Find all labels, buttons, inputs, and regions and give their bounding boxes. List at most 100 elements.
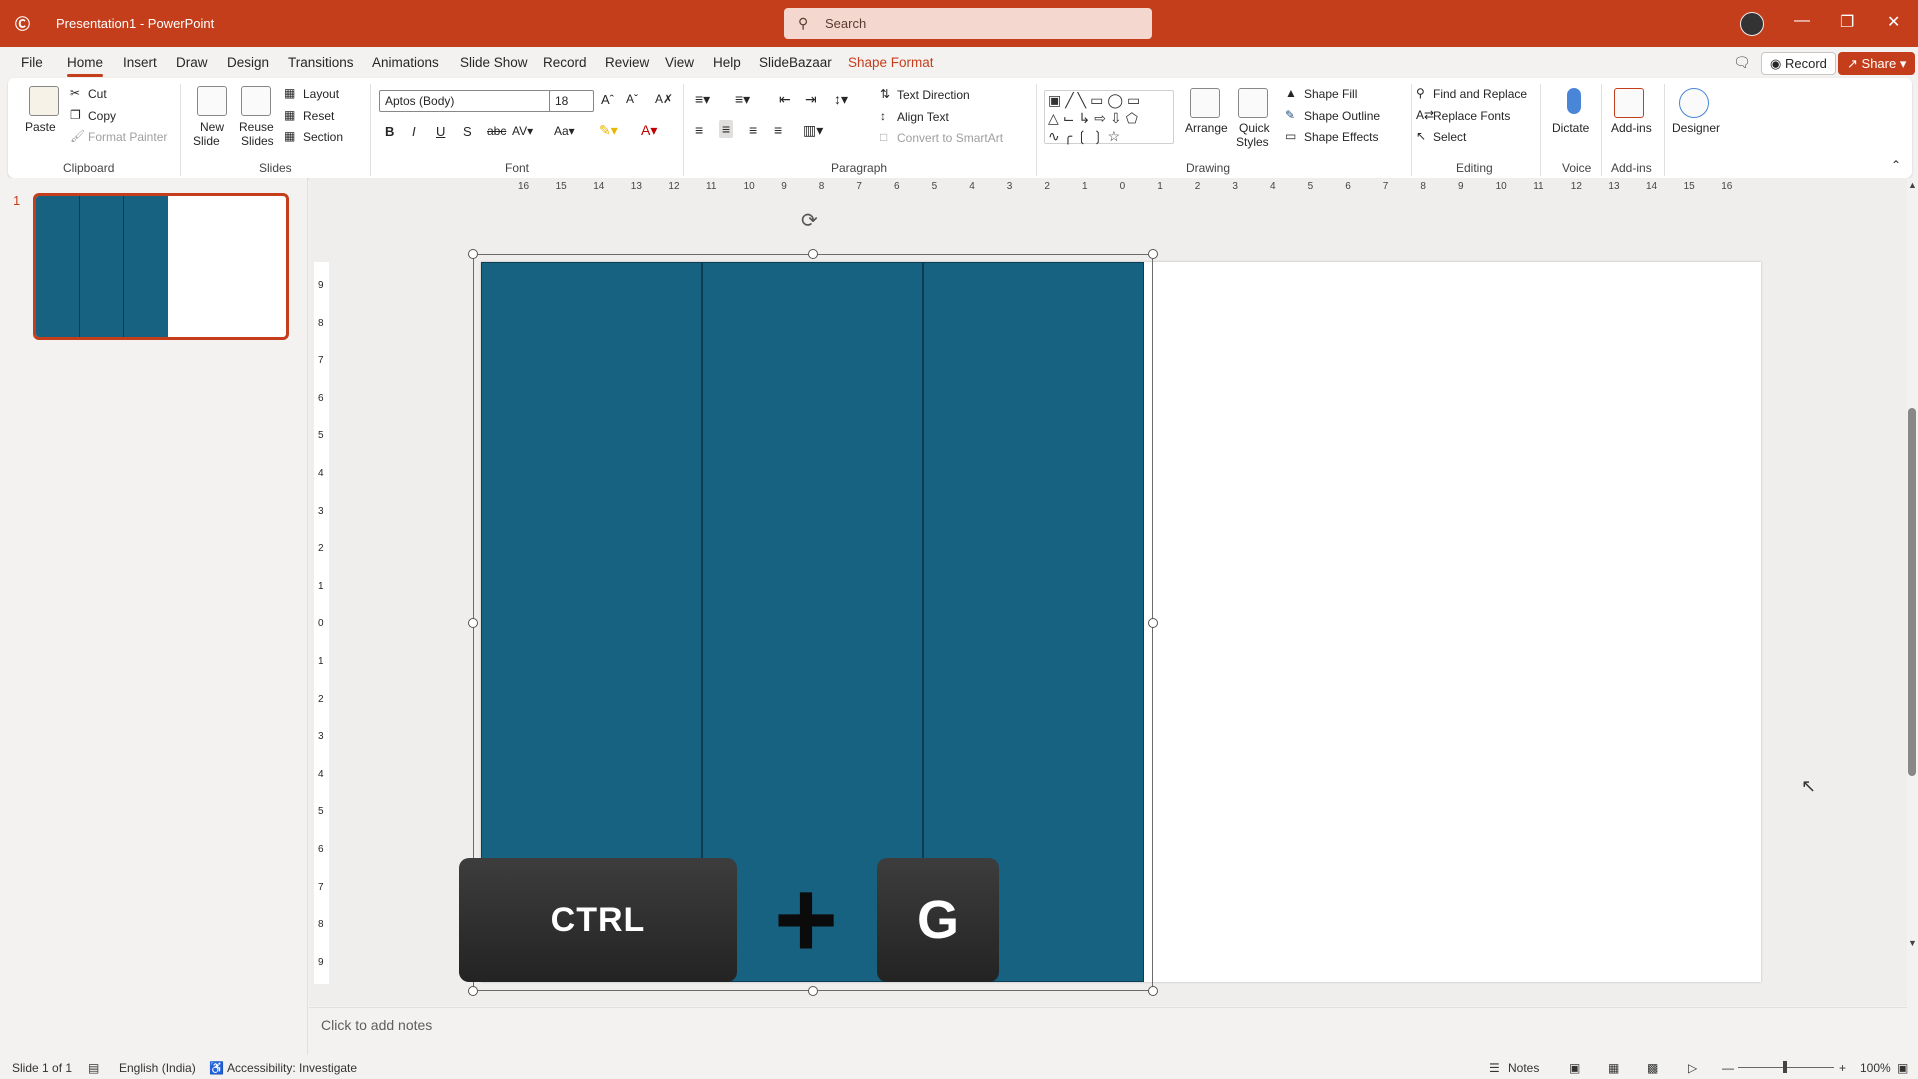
tab-slide-show[interactable]: Slide Show [460,55,528,70]
clear-formatting-icon[interactable]: A✗ [655,92,673,106]
convert-smartart-button[interactable]: Convert to SmartArt [897,131,1003,145]
fit-to-window-icon[interactable]: ▣ [1897,1061,1908,1075]
justify-icon[interactable]: ≡ [774,122,782,138]
align-right-icon[interactable]: ≡ [749,122,757,138]
reuse-slides-label-1[interactable]: Reuse [239,120,274,134]
slideshow-icon[interactable]: ▷ [1688,1061,1697,1075]
numbering-icon[interactable]: ≡▾ [735,91,750,108]
tab-view[interactable]: View [665,55,694,70]
replace-fonts-button[interactable]: Replace Fonts [1433,109,1510,123]
align-text-icon[interactable]: ↕ [880,109,886,123]
tab-help[interactable]: Help [713,55,741,70]
align-center-icon[interactable]: ≡ [719,120,734,138]
shadow-icon[interactable]: S [463,124,472,139]
find-replace-button[interactable]: Find and Replace [1433,87,1527,101]
select-icon[interactable]: ↖ [1416,129,1426,143]
scrollbar-thumb[interactable] [1908,408,1916,776]
character-spacing-icon[interactable]: AV▾ [512,124,533,138]
new-slide-icon[interactable] [197,86,227,116]
restore-icon[interactable]: ❐ [1840,12,1854,32]
ctrl-key-graphic[interactable]: CTRL [459,858,737,982]
slide-thumbnail[interactable] [33,193,289,340]
bold-icon[interactable]: B [385,124,394,139]
strikethrough-icon[interactable]: abc [487,124,506,138]
quick-styles-icon[interactable] [1238,88,1268,118]
new-slide-label-1[interactable]: New [200,120,224,134]
tab-record[interactable]: Record [543,55,587,70]
resize-handle[interactable] [808,249,818,259]
collapse-ribbon-icon[interactable]: ⌃ [1891,158,1901,172]
tab-home[interactable]: Home [67,55,104,77]
resize-handle[interactable] [1148,618,1158,628]
reset-button[interactable]: Reset [303,109,334,123]
tab-animations[interactable]: Animations [372,55,439,70]
resize-handle[interactable] [808,986,818,996]
spellcheck-icon[interactable]: ▤ [88,1061,99,1075]
avatar[interactable] [1740,12,1764,36]
cut-icon[interactable]: ✂ [70,86,80,100]
addins-icon[interactable] [1614,88,1644,118]
resize-handle[interactable] [468,249,478,259]
resize-handle[interactable] [468,618,478,628]
accessibility-icon[interactable]: ♿ [209,1061,224,1075]
quick-styles-label-2[interactable]: Styles [1236,135,1269,149]
zoom-in-icon[interactable]: + [1839,1061,1846,1075]
increase-font-icon[interactable]: Aˆ [601,92,614,107]
reuse-slides-icon[interactable] [241,86,271,116]
decrease-font-icon[interactable]: Aˇ [626,92,638,106]
find-icon[interactable]: ⚲ [1416,86,1425,100]
layout-button[interactable]: Layout [303,87,339,101]
shapes-gallery[interactable]: ▣╱╲▭◯▭ △⌙↳⇨⇩⬠ ∿╭❲❳☆ [1044,90,1174,144]
shape-fill-button[interactable]: Shape Fill [1304,87,1357,101]
tab-file[interactable]: File [21,55,43,70]
tab-slidebazaar[interactable]: SlideBazaar [759,55,832,70]
plus-sign[interactable]: + [760,865,852,975]
section-icon[interactable]: ▦ [284,129,295,143]
change-case-icon[interactable]: Aa▾ [554,124,575,138]
rotate-handle-icon[interactable]: ⟳ [801,208,818,233]
tab-insert[interactable]: Insert [123,55,157,70]
shape-effects-icon[interactable]: ▭ [1285,129,1296,143]
copy-button[interactable]: Copy [88,109,116,123]
shape-fill-icon[interactable]: ▲ [1285,86,1297,100]
tab-design[interactable]: Design [227,55,269,70]
record-button[interactable]: ◉ Record [1761,52,1836,75]
scroll-up-icon[interactable]: ▲ [1908,180,1917,190]
arrange-button[interactable]: Arrange [1185,121,1228,135]
microphone-icon[interactable] [1567,88,1581,114]
quick-styles-label-1[interactable]: Quick [1239,121,1270,135]
paste-button[interactable]: Paste [25,120,56,134]
search-box[interactable]: ⚲ Search [784,8,1152,39]
font-color-icon[interactable]: A▾ [641,122,657,139]
notes-pane[interactable]: Click to add notes [309,1007,1907,1055]
close-icon[interactable]: ✕ [1887,12,1900,32]
tab-shape-format[interactable]: Shape Format [848,55,934,70]
columns-icon[interactable]: ▥▾ [803,122,823,139]
tab-draw[interactable]: Draw [176,55,208,70]
slide-sorter-icon[interactable]: ▦ [1608,1061,1619,1075]
shape-effects-button[interactable]: Shape Effects [1304,130,1379,144]
arrange-icon[interactable] [1190,88,1220,118]
normal-view-icon[interactable]: ▣ [1569,1061,1580,1075]
paste-icon[interactable] [29,86,59,116]
decrease-indent-icon[interactable]: ⇤ [779,91,791,108]
dictate-button[interactable]: Dictate [1552,121,1589,135]
zoom-level[interactable]: 100% [1860,1061,1891,1075]
language[interactable]: English (India) [119,1061,196,1075]
replace-fonts-icon[interactable]: A⇄ [1416,108,1434,122]
format-painter-button[interactable]: Format Painter [88,130,167,144]
designer-icon[interactable] [1679,88,1709,118]
share-button[interactable]: ↗ Share ▾ [1838,52,1916,75]
zoom-slider-thumb[interactable] [1783,1061,1787,1073]
minimize-icon[interactable]: — [1794,12,1810,30]
underline-icon[interactable]: U [436,124,445,139]
copy-icon[interactable]: ❐ [70,108,81,122]
shape-outline-icon[interactable]: ✎ [1285,108,1295,122]
reset-icon[interactable]: ▦ [284,108,295,122]
increase-indent-icon[interactable]: ⇥ [805,91,817,108]
section-button[interactable]: Section [303,130,343,144]
layout-icon[interactable]: ▦ [284,86,295,100]
designer-button[interactable]: Designer [1672,121,1720,135]
accessibility-status[interactable]: Accessibility: Investigate [227,1061,357,1075]
select-button[interactable]: Select [1433,130,1466,144]
